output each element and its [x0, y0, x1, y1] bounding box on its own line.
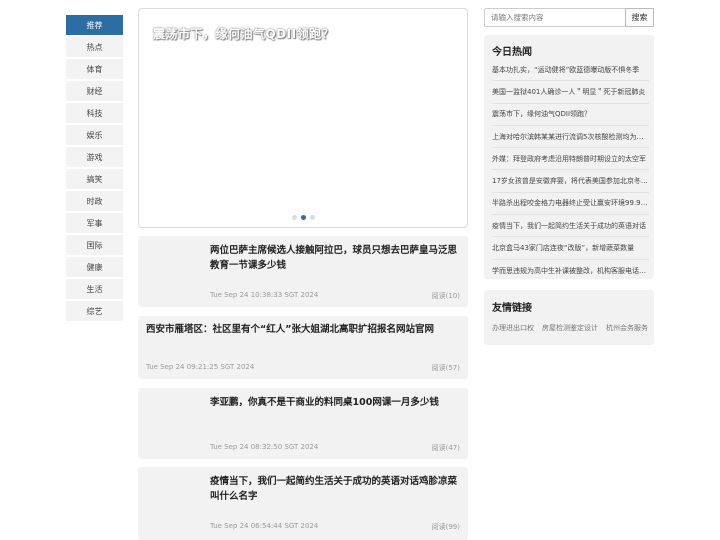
nav-item-8[interactable]: 时政	[66, 191, 123, 211]
nav-item-1[interactable]: 热点	[66, 37, 123, 57]
article-title[interactable]: 李亚鹏，你真不是干商业的料同桌100网课一月多少钱	[210, 395, 462, 410]
hot-news-item[interactable]: 半路杀出程咬金格力电器终止受让赢安环境99.97%股权	[492, 193, 649, 216]
article-date: Tue Sep 24 06:54:44 SGT 2024	[210, 522, 319, 530]
hot-news-item[interactable]: 上海对哈尔滨韩某某进行流调5次核酸检测均为阴性	[492, 126, 649, 149]
search-input[interactable]	[484, 8, 626, 27]
article-title[interactable]: 西安市雁塔区：社区里有个“红人”张大姐湖北高职扩招报名网站官网	[146, 322, 462, 337]
hot-news-item[interactable]: 17岁女孩曾是安徽弃婴，将代表美国参加北京冬奥会	[492, 170, 649, 193]
hot-news-item[interactable]: 震荡市下，缘何油气QDII领跑？	[492, 104, 649, 126]
friend-link[interactable]: 房屋检测鉴定设计	[542, 323, 598, 333]
nav-item-13[interactable]: 综艺	[66, 301, 123, 321]
hot-news-item[interactable]: 外媒：拜登政府考虑沿用特朗普时期设立的太空军	[492, 148, 649, 171]
article-card[interactable]: 李亚鹏，你真不是干商业的料同桌100网课一月多少钱 Tue Sep 24 08:…	[138, 388, 468, 459]
carousel-dot[interactable]	[309, 215, 315, 220]
category-nav: 推荐 热点 体育 财经 科技 娱乐 游戏 搞笑 时政 军事 国际 健康 生活 综艺	[66, 15, 123, 323]
article-date: Tue Sep 24 10:38:33 SGT 2024	[210, 291, 319, 299]
nav-item-3[interactable]: 财经	[66, 81, 123, 101]
banner-carousel[interactable]: 震荡市下，缘何油气QDII领跑？	[138, 8, 468, 228]
hot-news-item-label: 17岁女孩曾是安徽弃婴，将代表美国参加北京冬奥会	[492, 177, 649, 186]
hot-news-item-label: 震荡市下，缘何油气QDII领跑？	[492, 110, 592, 119]
hot-news-panel: 今日热闻 基本功扎实，“运动健将”欧蓝德曝动版不惧冬季 美国一监狱401人确诊一人…	[484, 35, 654, 279]
nav-item-12[interactable]: 生活	[66, 279, 123, 299]
hot-news-item-label: 上海对哈尔滨韩某某进行流调5次核酸检测均为阴性	[492, 132, 649, 141]
article-read-count: 阅读(99)	[431, 523, 460, 531]
hot-news-item[interactable]: 北京盒马43家门店连夜“改版”，新增蔬菜数量	[492, 237, 649, 260]
banner-title[interactable]: 震荡市下，缘何油气QDII领跑？	[153, 25, 334, 42]
nav-item-4[interactable]: 科技	[66, 103, 123, 123]
search-button[interactable]: 搜索	[625, 8, 654, 27]
hot-news-item-label: 外媒：拜登政府考虑沿用特朗普时期设立的太空军	[492, 154, 646, 163]
hot-news-item[interactable]: 疫情当下，我们一起简约生活关于成功的英语对话	[492, 215, 649, 238]
hot-news-item[interactable]: 基本功扎实，“运动健将”欧蓝德曝动版不惧冬季	[492, 59, 649, 82]
friend-links-panel: 友情链接 办理进出口权 房屋检测鉴定设计 杭州会务服务	[484, 290, 654, 345]
article-card[interactable]: 两位巴萨主席候选人接触阿拉巴，球员只想去巴萨皇马泛思教育一节课多少钱 Tue S…	[138, 236, 468, 307]
friend-link[interactable]: 杭州会务服务	[606, 323, 648, 333]
carousel-dot[interactable]	[300, 215, 306, 220]
nav-item-0[interactable]: 推荐	[66, 15, 123, 35]
nav-item-9[interactable]: 军事	[66, 213, 123, 233]
hot-news-item[interactable]: 学而思违规为高中生补课被整改，机构客服电话无人接听	[492, 260, 649, 282]
article-read-count: 阅读(57)	[431, 364, 460, 372]
hot-news-item-label: 美国一监狱401人确诊一人＂明显＂死于新冠肺炎	[492, 87, 646, 96]
hot-news-item-label: 基本功扎实，“运动健将”欧蓝德曝动版不惧冬季	[492, 65, 640, 74]
nav-item-11[interactable]: 健康	[66, 257, 123, 277]
nav-item-10[interactable]: 国际	[66, 235, 123, 255]
nav-item-7[interactable]: 搞笑	[66, 169, 123, 189]
friend-links-title: 友情链接	[492, 303, 532, 314]
friend-links-list: 办理进出口权 房屋检测鉴定设计 杭州会务服务	[492, 323, 648, 333]
article-title[interactable]: 疫情当下，我们一起简约生活关于成功的英语对话鸡胗凉菜叫什么名字	[210, 474, 462, 504]
hot-news-item-label: 半路杀出程咬金格力电器终止受让赢安环境99.97%股权	[492, 199, 649, 208]
hot-news-item-label: 北京盒马43家门店连夜“改版”，新增蔬菜数量	[492, 244, 635, 253]
nav-item-6[interactable]: 游戏	[66, 147, 123, 167]
article-card[interactable]: 西安市雁塔区：社区里有个“红人”张大姐湖北高职扩招报名网站官网 Tue Sep …	[138, 316, 468, 379]
friend-link[interactable]: 办理进出口权	[492, 323, 534, 333]
carousel-dots	[139, 215, 467, 220]
nav-item-5[interactable]: 娱乐	[66, 125, 123, 145]
nav-item-2[interactable]: 体育	[66, 59, 123, 79]
hot-news-item-label: 疫情当下，我们一起简约生活关于成功的英语对话	[492, 221, 646, 230]
hot-news-list: 基本功扎实，“运动健将”欧蓝德曝动版不惧冬季 美国一监狱401人确诊一人＂明显＂死…	[492, 59, 649, 282]
hot-news-title: 今日热闻	[492, 47, 532, 58]
article-date: Tue Sep 24 08:32:50 SGT 2024	[210, 443, 319, 451]
article-date: Tue Sep 24 09:21:25 SGT 2024	[146, 363, 255, 371]
article-read-count: 阅读(10)	[431, 292, 460, 300]
article-read-count: 阅读(47)	[431, 444, 460, 452]
hot-news-item[interactable]: 美国一监狱401人确诊一人＂明显＂死于新冠肺炎	[492, 81, 649, 104]
article-card[interactable]: 疫情当下，我们一起简约生活关于成功的英语对话鸡胗凉菜叫什么名字 Tue Sep …	[138, 467, 468, 540]
carousel-dot[interactable]	[291, 215, 297, 220]
hot-news-item-label: 学而思违规为高中生补课被整改，机构客服电话无人接听	[492, 266, 649, 275]
article-title[interactable]: 两位巴萨主席候选人接触阿拉巴，球员只想去巴萨皇马泛思教育一节课多少钱	[210, 243, 462, 273]
